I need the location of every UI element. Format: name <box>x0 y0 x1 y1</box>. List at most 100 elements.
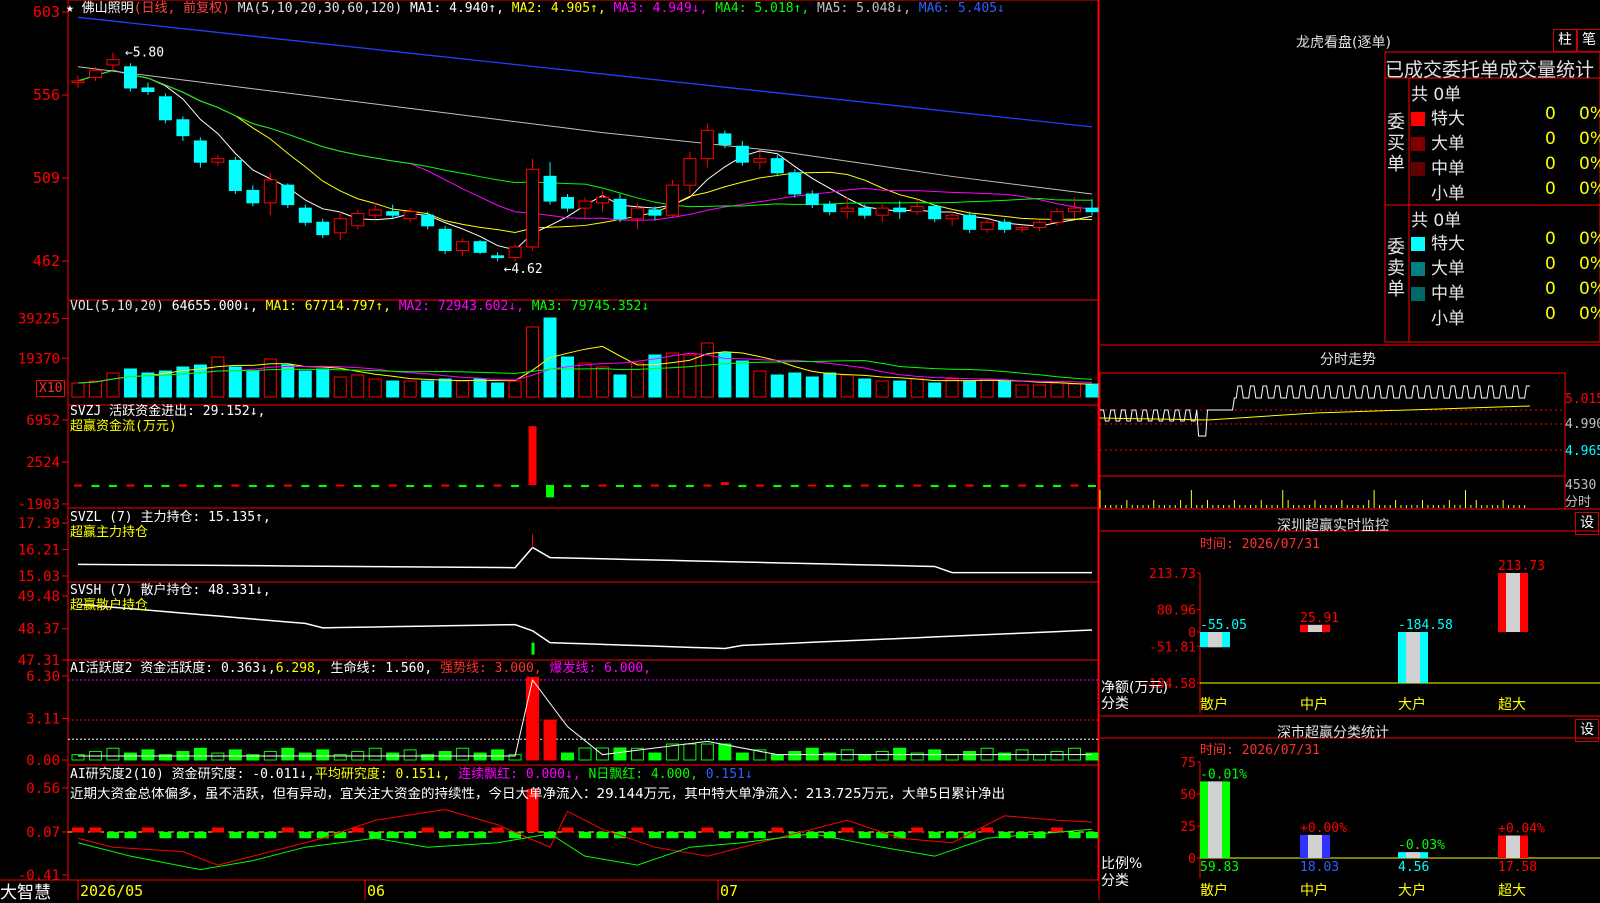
ai-activity-v2: 6.298, <box>275 661 323 676</box>
svzj-bar <box>441 484 450 487</box>
volume-bar <box>700 342 714 398</box>
svzj-axis-label: 6952 <box>26 413 60 429</box>
volume-bar <box>648 354 662 398</box>
ai-activity-bar <box>858 754 872 761</box>
candle-body <box>823 204 837 213</box>
svzl-axis-label: 15.03 <box>18 569 60 585</box>
monitor-bar-highlight <box>1406 632 1420 683</box>
svzl-label: SVZL (7) 主力持仓: 15.135↑, <box>70 510 271 525</box>
ai-research-bar <box>246 831 259 839</box>
ai-activity-bar <box>71 754 85 761</box>
intraday-axis-label: 4.965 <box>1565 444 1600 459</box>
svzj-bar <box>371 484 380 488</box>
svsh-label: SVSH (7) 散户持仓: 48.331↓, <box>70 583 271 598</box>
candle-body <box>71 80 85 84</box>
volume-bar <box>123 368 137 398</box>
ai-activity-line <box>78 678 1092 757</box>
svzj-bar <box>406 484 415 488</box>
ai-research-bar <box>841 827 854 833</box>
ai-research-bar <box>159 831 172 839</box>
ai-activity-bar <box>945 754 959 761</box>
sell-name: 小单 <box>1431 309 1465 329</box>
candle-body <box>141 87 155 93</box>
panel-frame <box>67 764 1099 881</box>
svzj-bar <box>843 484 852 488</box>
candle-body <box>158 96 172 121</box>
candle-body <box>88 69 102 78</box>
candle-body <box>1033 221 1047 229</box>
chart-canvas[interactable]: 603 556 509 462 ←5.80 ←4.62 39225 19370 6952 2524… <box>0 0 1600 900</box>
volume-bar <box>613 374 627 398</box>
svzj-bar <box>738 484 747 488</box>
ai-activity-bar <box>386 752 400 761</box>
candle-body <box>456 241 470 252</box>
candle-body <box>875 207 889 216</box>
volume-bar <box>1015 384 1029 398</box>
ai-research-bar <box>718 831 731 839</box>
period-label: (日线, 前复权) <box>133 1 230 16</box>
svzj-bar <box>353 484 362 488</box>
ai-research-bar <box>1086 831 1098 839</box>
ai-activity-bar <box>246 754 260 761</box>
volume-bar <box>595 366 609 398</box>
candle-body <box>1068 207 1082 213</box>
intraday-axis-label: 5.015 <box>1565 392 1600 407</box>
ai-activity-bar <box>1033 754 1047 761</box>
volume-bar <box>351 374 365 398</box>
classify-axis-label: 0 <box>1188 852 1196 867</box>
candle-body <box>561 197 575 209</box>
ai-research-bar <box>211 827 224 833</box>
sell-name: 特大 <box>1431 234 1465 254</box>
classify-change-label: -0.03% <box>1398 838 1445 853</box>
volume-bar <box>718 352 732 398</box>
buy-count: 0 <box>1545 179 1556 199</box>
ai-activity-bar <box>910 752 924 761</box>
svzj-bar <box>895 484 904 488</box>
date-label: 2026/05 <box>80 882 143 900</box>
volume-bar <box>858 378 872 398</box>
volume-bar <box>298 370 312 398</box>
volume-bar <box>1050 382 1064 398</box>
svzj-bar <box>790 484 799 488</box>
classify-settings-button[interactable]: 设 <box>1575 719 1599 742</box>
volume-bar <box>665 352 679 398</box>
ai-activity-bar <box>683 743 697 761</box>
ai-research-bar <box>579 831 591 839</box>
buy-pct: 0% <box>1579 154 1600 174</box>
svzl-line <box>77 546 1092 574</box>
ai-research-bar <box>963 831 976 839</box>
classify-category-label: 中户 <box>1300 882 1328 899</box>
sell-row: 大单 0 0% <box>1411 254 1600 279</box>
monitor-time: 时间: 2026/07/31 <box>1200 537 1320 552</box>
sell-row: 小单 0 0% <box>1411 304 1600 329</box>
ai-activity-bar <box>735 752 749 761</box>
svzj-bar <box>703 484 712 487</box>
volume-bar <box>753 370 767 398</box>
candle-body <box>700 129 714 160</box>
ai-research-bar <box>124 831 137 839</box>
ai-research-bar <box>334 831 347 839</box>
ai-research-axis-label: 0.56 <box>26 781 60 797</box>
candle-body <box>403 211 417 220</box>
classify-category-label: 散户 <box>1200 882 1228 899</box>
vol-ma1: MA1: 67714.797↑, <box>265 299 391 314</box>
ai-research-bar <box>666 831 679 839</box>
candle-body <box>945 214 959 220</box>
monitor-settings-button[interactable]: 设 <box>1575 512 1599 535</box>
intraday-title: 分时走势 <box>1320 352 1376 368</box>
buy-name: 大单 <box>1431 134 1465 154</box>
sell-pct: 0% <box>1579 304 1600 324</box>
ai-research-bar <box>1068 831 1081 839</box>
tick-mode-button[interactable]: 笔 <box>1577 29 1600 52</box>
volume-bar <box>211 356 225 398</box>
svsh-axis-label: 49.48 <box>18 589 60 605</box>
ai-activity-bar <box>106 747 120 761</box>
stock-name[interactable]: ★ 佛山照明 <box>66 1 134 16</box>
buy-row: 大单 0 0% <box>1411 129 1600 154</box>
ai-activity-bar <box>700 743 714 761</box>
candle-body <box>683 158 697 186</box>
bar-mode-button[interactable]: 柱 <box>1553 29 1577 52</box>
svzj-bar <box>161 484 170 488</box>
vol-header: VOL(5,10,20) 64655.000↓, MA1: 67714.797↑… <box>70 299 649 314</box>
svzj-bar <box>1000 484 1009 488</box>
